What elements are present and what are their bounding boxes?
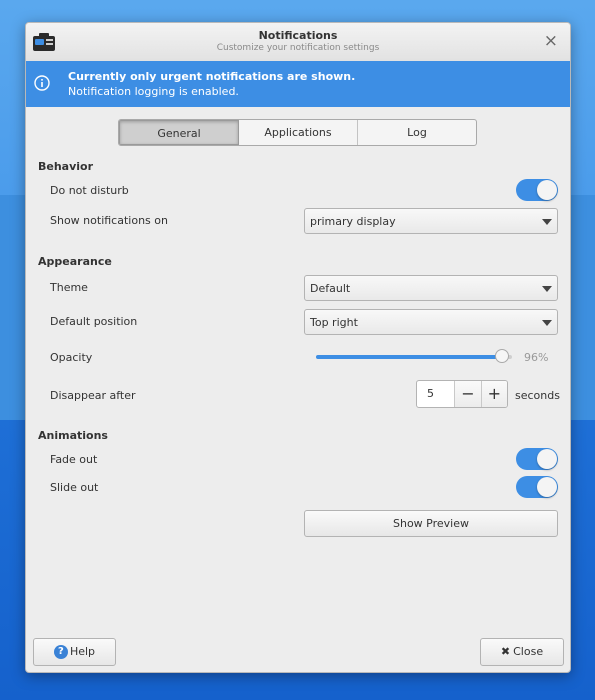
disappear-after-input[interactable]: 5: [417, 381, 454, 407]
section-appearance-heading: Appearance: [38, 255, 112, 268]
dropdown-arrow-icon: [542, 320, 552, 326]
help-button[interactable]: ? Help: [33, 638, 116, 666]
disappear-after-label: Disappear after: [50, 389, 136, 402]
help-button-label: Help: [69, 645, 96, 658]
do-not-disturb-label: Do not disturb: [50, 184, 129, 197]
window-subtitle: Customize your notification settings: [216, 43, 380, 53]
fade-out-toggle[interactable]: [516, 448, 558, 470]
theme-label: Theme: [50, 281, 88, 294]
decrement-button[interactable]: −: [454, 381, 481, 407]
disappear-after-spinner: 5 − +: [416, 380, 508, 408]
tab-applications[interactable]: Applications: [239, 120, 358, 145]
opacity-label: Opacity: [50, 351, 93, 364]
select-value: primary display: [310, 215, 396, 228]
opacity-slider-track[interactable]: [316, 355, 504, 359]
section-behavior-heading: Behavior: [38, 160, 94, 173]
select-value: Top right: [310, 316, 358, 329]
help-icon: ?: [53, 645, 68, 659]
default-position-select[interactable]: Top right: [304, 309, 558, 335]
info-bar: Currently only urgent notifications are …: [26, 61, 570, 107]
do-not-disturb-toggle[interactable]: [516, 179, 558, 201]
slide-out-toggle[interactable]: [516, 476, 558, 498]
select-value: Default: [310, 282, 351, 295]
notifications-window: Notifications Customize your notificatio…: [25, 22, 571, 673]
window-close-icon[interactable]: ×: [544, 32, 558, 50]
fade-out-label: Fade out: [50, 453, 98, 466]
show-notifications-on-label: Show notifications on: [50, 214, 168, 227]
opacity-value: 96%: [524, 351, 549, 364]
info-message-secondary: Notification logging is enabled.: [68, 85, 239, 98]
seconds-unit-label: seconds: [515, 389, 560, 402]
close-button[interactable]: ✖ Close: [480, 638, 564, 666]
slide-out-label: Slide out: [50, 481, 99, 494]
info-message-primary: Currently only urgent notifications are …: [68, 70, 356, 83]
info-icon: [34, 75, 50, 91]
dropdown-arrow-icon: [542, 286, 552, 292]
tab-bar: General Applications Log: [118, 119, 477, 146]
dropdown-arrow-icon: [542, 219, 552, 225]
tab-general[interactable]: General: [119, 120, 239, 145]
close-icon: ✖: [500, 645, 511, 658]
increment-button[interactable]: +: [480, 381, 507, 407]
window-title: Notifications: [258, 29, 338, 42]
show-notifications-on-select[interactable]: primary display: [304, 208, 558, 234]
default-position-label: Default position: [50, 315, 138, 328]
show-preview-button[interactable]: Show Preview: [304, 510, 558, 537]
close-button-label: Close: [513, 645, 544, 658]
toggle-knob: [537, 180, 557, 200]
title-bar[interactable]: Notifications Customize your notificatio…: [26, 23, 570, 62]
toggle-knob: [537, 449, 557, 469]
tab-log[interactable]: Log: [358, 120, 476, 145]
section-animations-heading: Animations: [38, 429, 108, 442]
opacity-slider-handle[interactable]: [495, 349, 509, 363]
theme-select[interactable]: Default: [304, 275, 558, 301]
toggle-knob: [537, 477, 557, 497]
